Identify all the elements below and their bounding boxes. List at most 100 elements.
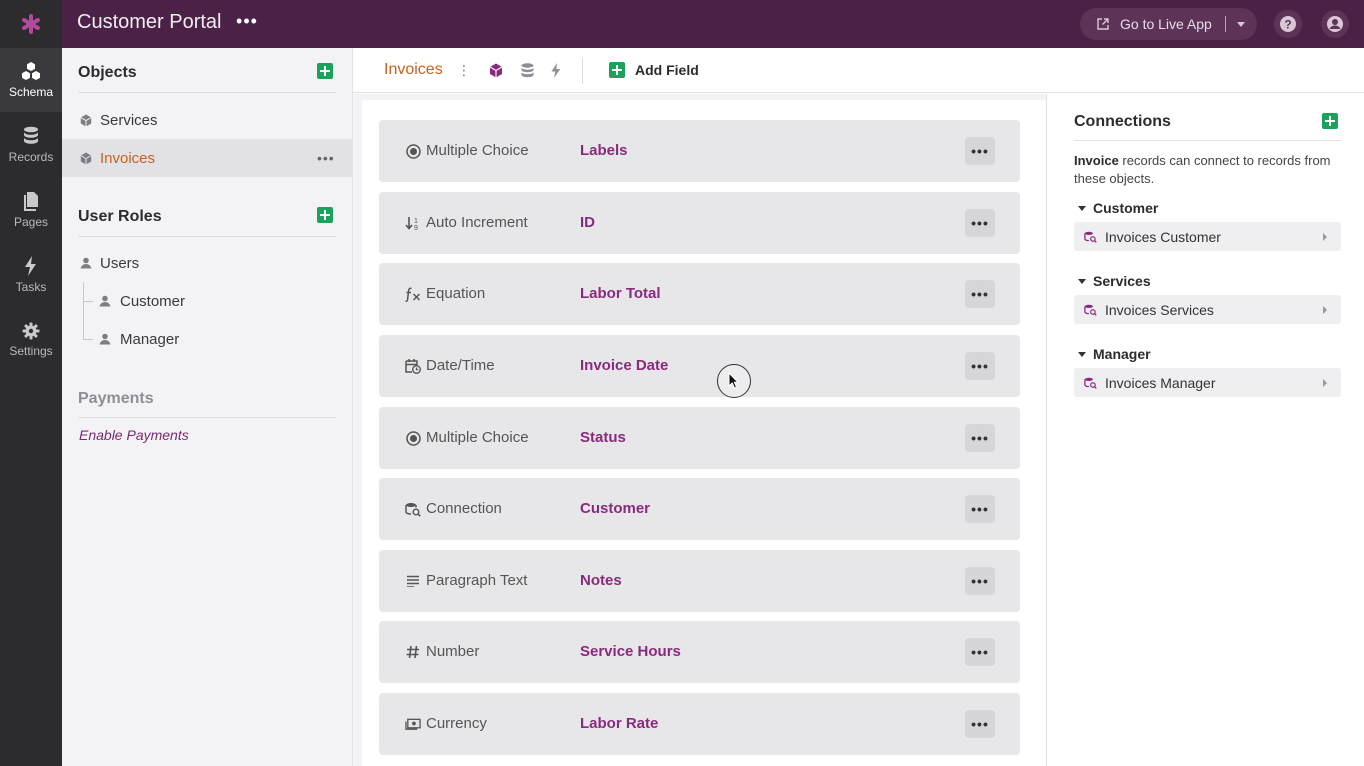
field-row[interactable]: Multiple Choice Labels •••	[379, 120, 1020, 182]
nav-settings-label: Settings	[9, 344, 53, 358]
field-row[interactable]: Number Service Hours •••	[379, 621, 1020, 683]
connection-group-label: Manager	[1093, 346, 1151, 362]
field-type: Date/Time	[426, 357, 495, 374]
field-name[interactable]: Customer	[580, 500, 650, 517]
field-menu-button[interactable]: •••	[965, 424, 995, 452]
connections-object-name: Invoice	[1074, 153, 1119, 168]
fields-list: Multiple Choice Labels ••• 19 Auto Incre…	[362, 100, 1046, 766]
field-menu-button[interactable]: •••	[965, 209, 995, 237]
database-icon[interactable]	[519, 62, 535, 78]
field-name[interactable]: ID	[580, 214, 595, 231]
svg-text:9: 9	[414, 225, 418, 231]
user-icon	[98, 332, 112, 346]
field-row[interactable]: Multiple Choice Status •••	[379, 407, 1020, 469]
field-row[interactable]: Paragraph Text Notes •••	[379, 550, 1020, 612]
nav-tasks[interactable]: Tasks	[0, 243, 62, 307]
knack-logo[interactable]	[0, 0, 62, 48]
connection-group-customer[interactable]: Customer	[1078, 200, 1158, 216]
go-to-live-app-button[interactable]: Go to Live App	[1080, 8, 1257, 40]
sidebar-item-invoices[interactable]: Invoices •••	[62, 139, 353, 177]
plus-icon	[320, 210, 330, 220]
app-title: Customer Portal	[77, 11, 222, 33]
field-row[interactable]: Currency Labor Rate •••	[379, 693, 1020, 755]
account-icon[interactable]	[1321, 10, 1349, 38]
nav-schema[interactable]: Schema	[0, 48, 62, 112]
field-row[interactable]: 19 Auto Increment ID •••	[379, 192, 1020, 254]
app-menu-button[interactable]: •••	[236, 12, 258, 34]
enable-payments-link[interactable]: Enable Payments	[79, 427, 189, 443]
lightning-icon	[25, 256, 36, 276]
add-field-label: Add Field	[635, 62, 699, 78]
mouse-cursor-icon	[728, 372, 740, 389]
divider	[78, 92, 336, 93]
cube-icon	[79, 151, 93, 165]
sidebar-item-services[interactable]: Services	[62, 101, 353, 139]
chevron-down-icon[interactable]	[1230, 21, 1252, 27]
connection-item-label: Invoices Customer	[1105, 228, 1221, 245]
plus-icon	[320, 66, 330, 76]
connection-item-label: Invoices Services	[1105, 301, 1214, 318]
connection-group-label: Customer	[1093, 200, 1159, 216]
cube-icon[interactable]	[488, 62, 504, 78]
field-name[interactable]: Invoice Date	[580, 357, 668, 374]
user-roles-heading: User Roles	[78, 208, 162, 225]
connection-item[interactable]: Invoices Customer	[1074, 222, 1341, 251]
plus-icon	[1325, 116, 1335, 126]
nav-pages[interactable]: Pages	[0, 178, 62, 242]
object-more-button[interactable]: •••	[317, 150, 335, 166]
field-menu-button[interactable]: •••	[965, 280, 995, 308]
field-name[interactable]: Status	[580, 429, 626, 446]
add-user-role-button[interactable]	[317, 207, 333, 223]
objects-heading: Objects	[78, 64, 137, 81]
field-name[interactable]: Notes	[580, 572, 622, 589]
field-row[interactable]: Connection Customer •••	[379, 478, 1020, 540]
add-field-button[interactable]: Add Field	[609, 62, 699, 78]
help-icon[interactable]: ?	[1274, 10, 1302, 38]
field-type: Currency	[426, 715, 487, 732]
schema-icon	[22, 62, 40, 80]
divider	[1074, 140, 1341, 141]
field-name[interactable]: Labor Rate	[580, 715, 658, 732]
field-menu-button[interactable]: •••	[965, 495, 995, 523]
add-object-button[interactable]	[317, 63, 333, 79]
schema-sidebar: Objects Services Invoices ••• User Roles…	[62, 48, 353, 766]
field-menu-button[interactable]: •••	[965, 710, 995, 738]
nav-records-label: Records	[8, 150, 54, 164]
connection-icon	[1083, 376, 1097, 390]
field-row[interactable]: Equation Labor Total •••	[379, 263, 1020, 325]
hash-icon	[405, 644, 421, 660]
function-icon	[405, 286, 421, 302]
caret-right-icon	[1323, 233, 1327, 241]
button-divider	[1224, 16, 1226, 32]
connection-item[interactable]: Invoices Services	[1074, 295, 1341, 324]
sidebar-item-customer[interactable]: Customer	[62, 282, 353, 320]
connection-group-manager[interactable]: Manager	[1078, 346, 1151, 362]
field-menu-button[interactable]: •••	[965, 137, 995, 165]
nav-records[interactable]: Records	[0, 113, 62, 177]
nav-settings[interactable]: Settings	[0, 308, 62, 372]
object-title[interactable]: Invoices	[384, 61, 443, 79]
connection-group-services[interactable]: Services	[1078, 273, 1151, 289]
toolbar-divider	[582, 58, 583, 84]
field-menu-button[interactable]: •••	[965, 567, 995, 595]
field-name[interactable]: Labels	[580, 142, 628, 159]
field-name[interactable]: Labor Total	[580, 285, 661, 302]
field-menu-button[interactable]: •••	[965, 638, 995, 666]
lightning-icon[interactable]	[548, 62, 564, 78]
caret-down-icon	[1078, 278, 1086, 284]
field-name[interactable]: Service Hours	[580, 643, 681, 660]
field-menu-button[interactable]: •••	[965, 352, 995, 380]
add-connection-button[interactable]	[1322, 113, 1338, 129]
object-menu-button[interactable]: ⋮	[457, 62, 471, 79]
go-to-live-app-label: Go to Live App	[1120, 16, 1212, 32]
field-row[interactable]: Date/Time Invoice Date •••	[379, 335, 1020, 397]
sidebar-item-users[interactable]: Users	[62, 244, 353, 282]
connection-item[interactable]: Invoices Manager	[1074, 368, 1341, 397]
sidebar-item-manager[interactable]: Manager	[62, 320, 353, 358]
user-icon	[98, 294, 112, 308]
database-icon	[24, 126, 38, 144]
sidebar-item-label: Users	[100, 254, 140, 272]
connection-item-label: Invoices Manager	[1105, 374, 1216, 391]
field-type: Connection	[426, 500, 502, 517]
field-type: Multiple Choice	[426, 429, 529, 446]
